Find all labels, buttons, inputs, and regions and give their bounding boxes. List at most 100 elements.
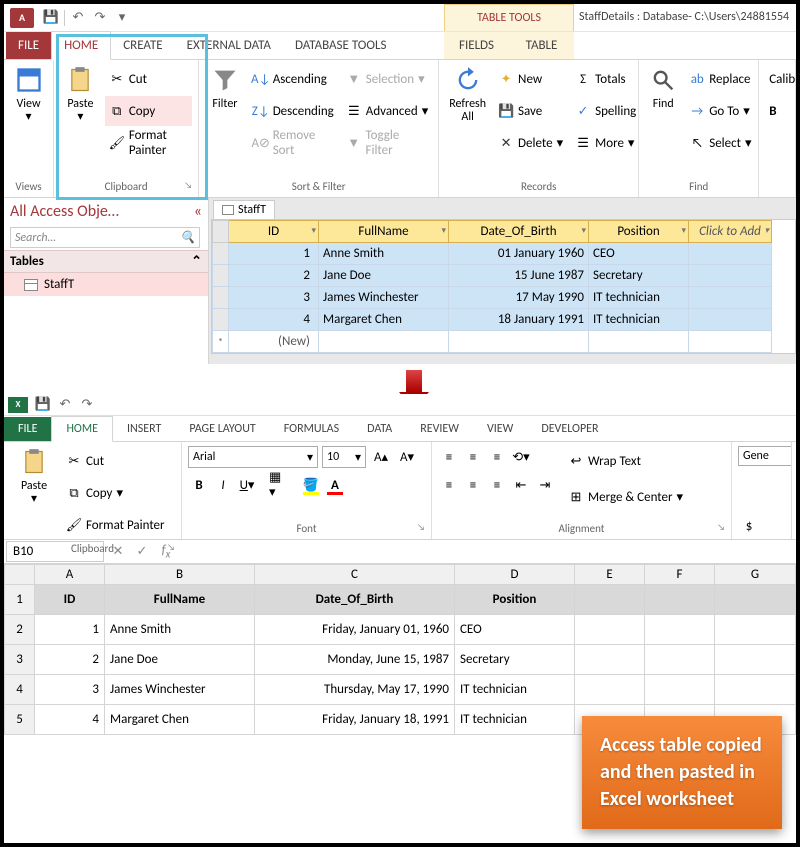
table-row[interactable]: 43James WinchesterThursday, May 17, 1990… [5,675,796,705]
align-left-button[interactable]: ≡ [438,474,460,496]
table-row[interactable]: 32Jane DoeMonday, June 15, 1987Secretary [5,645,796,675]
tab-external-data[interactable]: EXTERNAL DATA [175,32,283,59]
tab-developer[interactable]: DEVELOPER [527,417,612,441]
tab-page-layout[interactable]: PAGE LAYOUT [175,417,269,441]
orientation-button[interactable]: ⟲▾ [510,446,532,468]
col-dob[interactable]: Date_Of_Birth▾ [449,221,589,243]
col-id[interactable]: ID▾ [229,221,319,243]
align-right-button[interactable]: ≡ [486,474,508,496]
nav-category-tables[interactable]: Tables⌃ [4,250,208,273]
ascending-button[interactable]: A↓Ascending [249,64,338,94]
col-header[interactable]: E [575,565,645,585]
copy-button[interactable]: ⧉Copy [105,96,192,126]
totals-button[interactable]: ΣTotals [571,64,640,94]
save-icon[interactable]: 💾 [40,7,62,29]
bold-button[interactable]: B [765,96,789,126]
col-header[interactable]: A [35,565,105,585]
format-painter-button[interactable]: 🖌Format Painter [105,128,192,158]
toggle-filter-button[interactable]: ▼Toggle Filter [342,128,432,158]
wrap-text-button[interactable]: ↩Wrap Text [564,446,687,476]
replace-button[interactable]: abReplace [685,64,755,94]
align-top-button[interactable]: ≡ [438,446,460,468]
chevron-left-icon[interactable]: « [194,202,202,221]
merge-center-button[interactable]: ⊞Merge & Center ▾ [564,482,687,512]
paste-button[interactable]: Paste▾ [10,446,58,540]
bold-button[interactable]: B [188,474,210,496]
tab-formulas[interactable]: FORMULAS [270,417,353,441]
tab-create[interactable]: CREATE [111,32,174,59]
underline-button[interactable]: U ▾ [236,474,258,496]
launcher-icon[interactable]: ↘ [184,180,192,191]
format-painter-button[interactable]: 🖌Format Painter [62,510,169,540]
redo-icon[interactable]: ↷ [76,394,98,416]
align-center-button[interactable]: ≡ [462,474,484,496]
table-row[interactable]: 21Anne SmithFriday, January 01, 1960CEO [5,615,796,645]
tab-home[interactable]: HOME [51,31,111,60]
font-name[interactable]: Calib [765,64,789,94]
font-size-select[interactable]: 10▾ [322,446,366,468]
cut-button[interactable]: ✂Cut [62,446,169,476]
redo-icon[interactable]: ↷ [89,7,111,29]
new-row[interactable]: *(New) [213,331,772,353]
tab-insert[interactable]: INSERT [113,417,175,441]
datasheet-grid[interactable]: ID▾ FullName▾ Date_Of_Birth▾ Position▾ C… [211,219,796,354]
nav-search-input[interactable]: Search…🔍 [10,227,200,248]
col-position[interactable]: Position▾ [589,221,689,243]
undo-icon[interactable]: ↶ [67,7,89,29]
col-add[interactable]: Click to Add▾ [689,221,772,243]
italic-button[interactable]: I [212,474,234,496]
new-record-button[interactable]: ✦New [494,64,567,94]
tab-file[interactable]: FILE [4,417,51,441]
tab-review[interactable]: REVIEW [406,417,473,441]
undo-icon[interactable]: ↶ [54,394,76,416]
select-button[interactable]: ↖Select ▾ [685,128,755,158]
save-icon[interactable]: 💾 [32,394,54,416]
col-fullname[interactable]: FullName▾ [319,221,449,243]
indent-inc-button[interactable]: ⇥ [534,474,556,496]
more-button[interactable]: ☰More ▾ [571,128,640,158]
filter-button[interactable]: Filter [205,64,244,158]
col-header[interactable]: G [715,565,796,585]
align-bottom-button[interactable]: ≡ [486,446,508,468]
nav-table-stafft[interactable]: StaffT [4,273,208,296]
copy-button[interactable]: ⧉Copy ▾ [62,478,169,508]
remove-sort-button[interactable]: A⊘Remove Sort [249,128,338,158]
col-header[interactable]: D [455,565,575,585]
col-header[interactable]: B [105,565,255,585]
table-row[interactable]: 1Anne Smith01 January 1960CEO [213,243,772,265]
qat-more-icon[interactable]: ▾ [111,7,133,29]
font-color-button[interactable]: A [324,474,346,496]
find-button[interactable]: Find [645,64,681,158]
descending-button[interactable]: Z↓Descending [249,96,338,126]
tab-data[interactable]: DATA [353,417,406,441]
grow-font-button[interactable]: A▴ [370,446,392,468]
advanced-button[interactable]: ☰Advanced ▾ [342,96,432,126]
align-middle-button[interactable]: ≡ [462,446,484,468]
table-row[interactable]: 4Margaret Chen18 January 1991IT technici… [213,309,772,331]
worksheet-grid[interactable]: A B C D E F G 1IDFullNameDate_Of_BirthPo… [4,564,796,735]
indent-dec-button[interactable]: ⇤ [510,474,532,496]
goto-button[interactable]: →Go To ▾ [685,96,755,126]
border-button[interactable]: ▦ ▾ [268,474,290,496]
table-row[interactable]: 1IDFullNameDate_Of_BirthPosition [5,585,796,615]
table-row[interactable]: 3James Winchester17 May 1990IT technicia… [213,287,772,309]
paste-button[interactable]: Paste▾ [60,64,101,158]
tab-fields[interactable]: FIELDS [444,32,509,59]
selection-button[interactable]: ▼Selection ▾ [342,64,432,94]
tab-table[interactable]: TABLE [509,32,574,59]
cut-button[interactable]: ✂Cut [105,64,192,94]
currency-button[interactable]: $ [738,515,760,537]
refresh-all-button[interactable]: Refresh All [445,64,490,158]
col-header[interactable]: F [645,565,715,585]
font-name-select[interactable]: Arial▾ [188,446,318,468]
tab-database-tools[interactable]: DATABASE TOOLS [283,32,399,59]
number-format-select[interactable]: Gene [738,446,792,466]
spelling-button[interactable]: ✓Spelling [571,96,640,126]
nav-header[interactable]: All Access Obje…« [4,198,208,225]
shrink-font-button[interactable]: A▾ [396,446,418,468]
delete-record-button[interactable]: ✕Delete ▾ [494,128,567,158]
tab-file[interactable]: FILE [6,32,51,59]
datasheet-tab-stafft[interactable]: StaffT [213,200,275,219]
col-header[interactable]: C [255,565,455,585]
save-record-button[interactable]: 💾Save [494,96,567,126]
